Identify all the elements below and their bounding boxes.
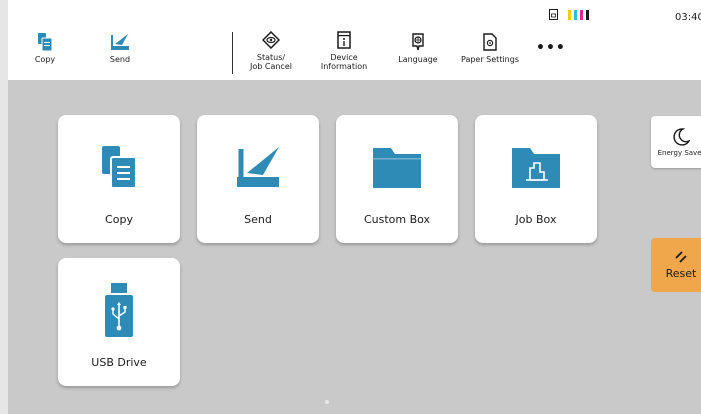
custom-box-tile-label: Custom Box (363, 213, 431, 226)
paper-settings-button[interactable]: Paper Settings (460, 32, 520, 64)
energy-saver-label: Energy Saver (657, 148, 701, 157)
reset-button[interactable]: Reset (651, 238, 701, 292)
send-icon (110, 32, 130, 52)
quick-copy-label: Copy (34, 55, 56, 64)
copy-tile[interactable]: Copy (58, 115, 180, 243)
quick-copy-button[interactable]: Copy (28, 32, 62, 64)
device-info-label-2: Information (320, 62, 368, 71)
screen-bezel (0, 0, 8, 414)
paper-settings-icon (483, 32, 497, 52)
energy-saver-button[interactable]: Energy Saver (651, 116, 701, 168)
toner-cyan-bar (574, 9, 577, 20)
folder-icon (373, 141, 421, 193)
usb-drive-tile-label: USB Drive (91, 356, 147, 369)
usb-drive-tile[interactable]: USB Drive (58, 258, 180, 386)
device-info-icon (337, 30, 351, 50)
copy-icon (38, 32, 52, 52)
send-icon (235, 141, 281, 193)
page-indicator-dot (325, 400, 329, 404)
moon-icon (673, 127, 690, 146)
paper-settings-label: Paper Settings (460, 55, 519, 64)
printer-status-icon (549, 9, 558, 20)
language-button[interactable]: Language (396, 32, 440, 64)
device-info-label-1: Device (330, 53, 358, 62)
send-tile[interactable]: Send (197, 115, 319, 243)
toner-status (549, 9, 589, 20)
quick-send-button[interactable]: Send (103, 32, 137, 64)
toner-black-bar (586, 9, 589, 20)
status-eye-icon (262, 30, 280, 50)
quick-send-label: Send (109, 55, 131, 64)
copy-icon (102, 141, 136, 193)
reset-icon (675, 251, 687, 263)
usb-drive-icon (105, 283, 133, 337)
device-information-button[interactable]: Device Information (318, 30, 370, 71)
reset-label: Reset (665, 267, 697, 280)
job-box-tile[interactable]: Job Box (475, 115, 597, 243)
status-label-2: Job Cancel (250, 62, 292, 71)
custom-box-tile[interactable]: Custom Box (336, 115, 458, 243)
toner-yellow-bar (568, 9, 571, 20)
toner-magenta-bar (580, 9, 583, 20)
toolbar-divider (232, 32, 233, 74)
status-job-cancel-button[interactable]: Status/ Job Cancel (245, 30, 297, 71)
clock: 03:40 (675, 12, 701, 23)
copy-tile-label: Copy (105, 213, 133, 226)
language-label: Language (398, 55, 438, 64)
status-label-1: Status/ (256, 53, 286, 62)
job-box-folder-icon (512, 141, 560, 193)
send-tile-label: Send (244, 213, 272, 226)
language-icon (410, 32, 426, 52)
job-box-tile-label: Job Box (515, 213, 557, 226)
more-options-button[interactable]: ••• (536, 40, 566, 56)
